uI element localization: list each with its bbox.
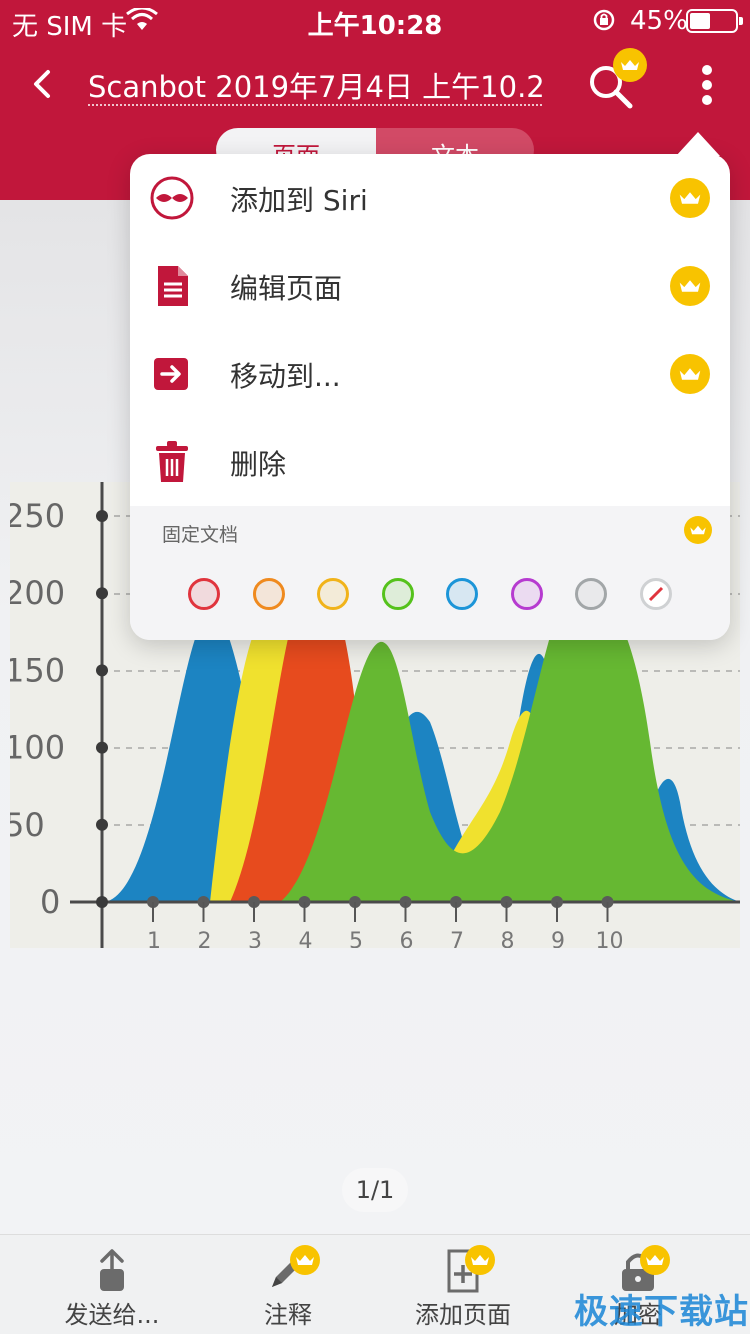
y-tick-label: 250 [10,497,65,535]
color-swatch[interactable] [575,578,607,610]
move-to-icon [154,358,188,390]
y-tick-dot [96,587,108,600]
y-tick-dot [96,896,108,908]
color-swatch[interactable] [381,578,414,610]
watermark: 极速下载站 [574,1292,749,1332]
trash-icon [156,441,188,482]
menu-item-edit-page[interactable]: 编辑页面 [130,242,730,330]
y-tick-label: 100 [10,729,65,767]
status-bar: 无 SIM 卡 上午10:28 45% [0,0,750,42]
back-chevron-icon[interactable] [22,62,66,106]
pinned-documents-section: 固定文档 [130,506,730,640]
orientation-lock-icon [593,9,615,31]
color-swatch[interactable] [188,578,220,610]
y-tick-dot [96,818,108,831]
annotate-label: 注释 [264,1301,312,1329]
y-tick-dot [96,510,108,522]
premium-crown-icon [640,1245,670,1275]
menu-item-add-to-siri[interactable]: 添加到 Siri [130,154,730,242]
battery-percent: 45% [630,6,688,36]
premium-crown-icon [670,354,710,394]
premium-crown-icon [290,1245,320,1275]
color-swatch[interactable] [510,578,543,610]
send-to-label: 发送给... [64,1301,160,1329]
x-tick-label: 9 [551,929,565,948]
share-icon [100,1249,124,1291]
color-swatch[interactable] [252,578,285,610]
menu-item-label: 移动到... [230,360,341,393]
swatch-none[interactable] [639,578,672,610]
annotate-button[interactable]: 注释 [198,1235,378,1334]
send-to-button[interactable]: 发送给... [22,1235,202,1334]
x-tick-label: 2 [198,929,212,948]
x-tick-label: 10 [596,929,624,948]
pinned-label: 固定文档 [162,524,239,546]
add-page-button[interactable]: 添加页面 [373,1235,553,1334]
document-title[interactable]: Scanbot 2019年7月4日 上午10.27 [88,64,542,106]
menu-item-move-to[interactable]: 移动到... [130,330,730,418]
more-options-menu: 添加到 Siri 编辑页面 移动到... 删除 固定文档 [130,132,730,640]
battery-fill [690,13,710,29]
x-tick-label: 3 [248,929,262,948]
x-tick-label: 4 [299,929,313,948]
premium-crown-icon [670,266,710,306]
x-tick-label: 6 [400,929,414,948]
color-swatch[interactable] [317,578,349,610]
menu-item-label: 添加到 Siri [230,184,368,217]
x-tick-label: 7 [450,929,464,948]
siri-icon [150,176,194,220]
premium-crown-icon [613,48,647,82]
menu-item-label: 删除 [230,448,287,481]
page-indicator: 1/1 [342,1168,408,1212]
y-tick-label: 150 [10,651,65,689]
y-tick-label: 50 [10,806,45,844]
y-tick-label: 0 [40,883,60,921]
add-page-label: 添加页面 [415,1301,511,1329]
y-tick-label: 200 [10,574,65,612]
x-tick-label: 8 [501,929,515,948]
y-tick-dot [96,741,108,754]
color-swatch[interactable] [446,578,478,610]
battery-icon [686,9,743,33]
y-tick-dot [96,664,108,677]
premium-crown-icon [670,178,710,218]
premium-crown-icon [684,516,712,544]
menu-item-delete[interactable]: 删除 [130,418,730,506]
menu-item-label: 编辑页面 [230,272,343,305]
document-edit-icon [158,266,188,306]
x-tick-label: 5 [349,929,363,948]
premium-crown-icon [465,1245,495,1275]
x-tick-label: 1 [147,929,161,948]
more-vertical-icon[interactable] [690,64,724,106]
